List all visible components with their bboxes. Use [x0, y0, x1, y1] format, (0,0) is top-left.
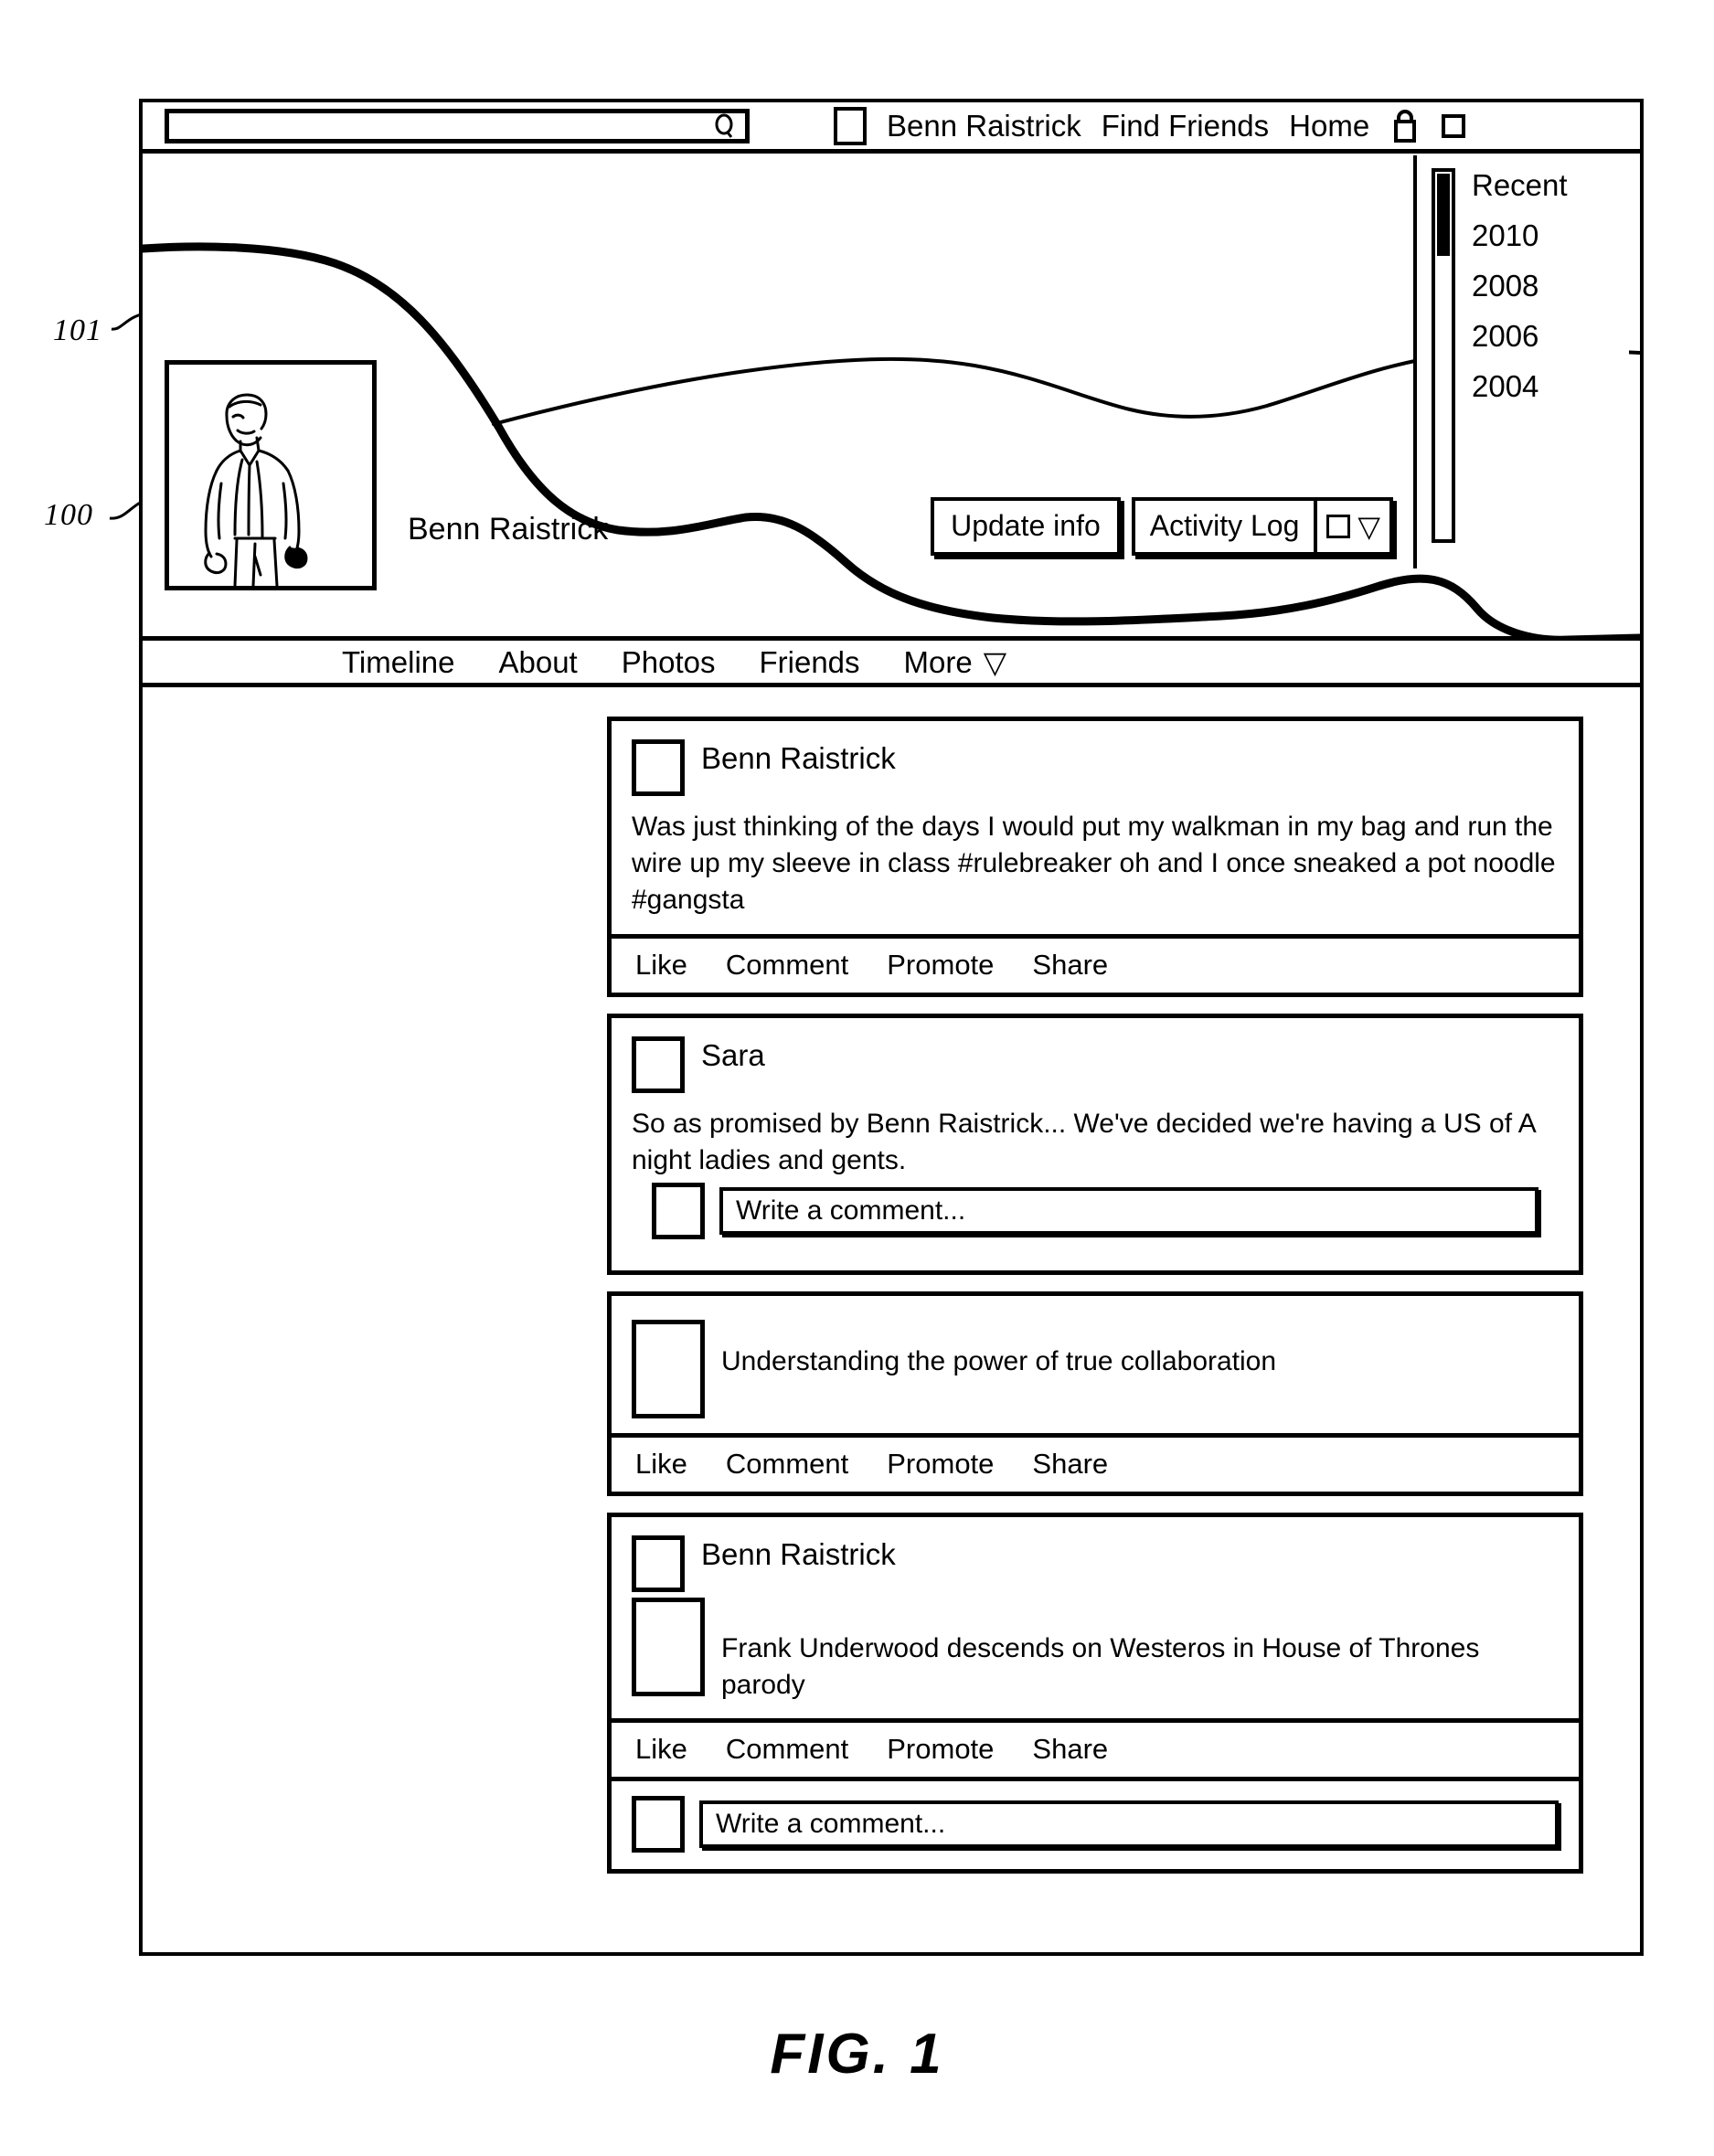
tab-more[interactable]: More ▽ — [904, 647, 1007, 677]
callout-101: 101 — [53, 313, 102, 347]
tab-more-label: More — [903, 644, 973, 679]
post-item: Sara So as promised by Benn Raistrick...… — [607, 1013, 1583, 1275]
timeline-year-rail: Recent 2010 2008 2006 2004 — [1413, 155, 1629, 568]
nav-avatar[interactable] — [834, 106, 867, 145]
post-header: Benn Raistrick — [632, 739, 1559, 796]
link-title[interactable]: Frank Underwood descends on Westeros in … — [721, 1598, 1559, 1704]
comment-row: Write a comment... — [632, 1179, 1559, 1256]
promote-button[interactable]: Promote — [887, 1450, 994, 1478]
activity-log-button[interactable]: Activity Log — [1135, 501, 1315, 552]
share-button[interactable]: Share — [1032, 951, 1108, 979]
profile-photo[interactable] — [165, 360, 377, 590]
timeline-scrollbar-thumb[interactable] — [1437, 174, 1450, 256]
post-item: Benn Raistrick Frank Underwood descends … — [607, 1512, 1583, 1875]
tab-timeline[interactable]: Timeline — [342, 647, 454, 677]
avatar[interactable] — [632, 1796, 685, 1853]
avatar[interactable] — [632, 1036, 685, 1093]
like-button[interactable]: Like — [635, 951, 687, 979]
year-item-2010[interactable]: 2010 — [1472, 220, 1568, 250]
figure-caption: FIG. 1 — [770, 2023, 944, 2086]
profile-tab-bar: Timeline About Photos Friends More ▽ — [143, 636, 1640, 687]
post-author[interactable]: Benn Raistrick — [701, 1535, 896, 1571]
post-header: Benn Raistrick — [632, 1535, 1559, 1592]
top-navigation-bar: Benn Raistrick Find Friends Home — [143, 102, 1640, 154]
shared-link[interactable]: Understanding the power of true collabor… — [632, 1319, 1559, 1418]
nav-home[interactable]: Home — [1289, 111, 1369, 141]
profile-more-button[interactable]: ▽ — [1314, 501, 1389, 552]
post-body: Sara So as promised by Benn Raistrick...… — [612, 1018, 1579, 1270]
comment-button[interactable]: Comment — [726, 1735, 848, 1763]
link-thumbnail[interactable] — [632, 1319, 705, 1418]
avatar[interactable] — [632, 739, 685, 796]
profile-action-buttons: Update info Activity Log ▽ — [931, 497, 1393, 556]
year-item-2006[interactable]: 2006 — [1472, 321, 1568, 351]
post-body: Benn Raistrick Frank Underwood descends … — [612, 1517, 1579, 1718]
person-illustration — [204, 393, 308, 586]
link-thumbnail[interactable] — [632, 1597, 705, 1696]
post-item: Understanding the power of true collabor… — [607, 1290, 1583, 1496]
year-item-2008[interactable]: 2008 — [1472, 271, 1568, 301]
tab-friends[interactable]: Friends — [759, 647, 859, 677]
tab-photos[interactable]: Photos — [622, 647, 716, 677]
avatar[interactable] — [632, 1535, 685, 1592]
square-icon[interactable] — [1441, 112, 1466, 140]
post-body: Understanding the power of true collabor… — [612, 1296, 1579, 1433]
shared-link[interactable]: Frank Underwood descends on Westeros in … — [632, 1597, 1559, 1704]
post-actions: Like Comment Promote Share — [612, 933, 1579, 993]
post-author[interactable]: Sara — [701, 1036, 765, 1072]
like-button[interactable]: Like — [635, 1450, 687, 1478]
comment-button[interactable]: Comment — [726, 1450, 848, 1478]
post-author[interactable]: Benn Raistrick — [701, 739, 896, 775]
search-input[interactable] — [165, 108, 750, 143]
post-text: Was just thinking of the days I would pu… — [632, 812, 1556, 916]
chevron-down-icon: ▽ — [983, 644, 1007, 679]
chevron-down-icon: ▽ — [1357, 510, 1380, 543]
share-button[interactable]: Share — [1032, 1450, 1108, 1478]
post-body: Benn Raistrick Was just thinking of the … — [612, 721, 1579, 934]
post-header: Sara — [632, 1036, 1559, 1093]
page-frame: Benn Raistrick Find Friends Home Recent … — [139, 99, 1644, 1956]
timeline-feed: Benn Raistrick Was just thinking of the … — [607, 717, 1583, 1890]
update-info-button[interactable]: Update info — [931, 497, 1121, 556]
comment-row: Write a comment... — [612, 1777, 1579, 1869]
avatar[interactable] — [652, 1182, 705, 1239]
write-comment-input[interactable]: Write a comment... — [699, 1800, 1559, 1849]
profile-name: Benn Raistrick — [408, 512, 609, 547]
like-button[interactable]: Like — [635, 1735, 687, 1763]
write-comment-input[interactable]: Write a comment... — [719, 1186, 1538, 1235]
year-item-2004[interactable]: 2004 — [1472, 371, 1568, 401]
timeline-year-list: Recent 2010 2008 2006 2004 — [1472, 170, 1568, 568]
nav-right-group: Benn Raistrick Find Friends Home — [834, 106, 1466, 145]
nav-user-name[interactable]: Benn Raistrick — [887, 111, 1081, 141]
post-actions: Like Comment Promote Share — [612, 1432, 1579, 1492]
timeline-scrollbar[interactable] — [1432, 168, 1455, 543]
square-icon — [1326, 515, 1351, 538]
callout-100: 100 — [44, 498, 93, 532]
post-item: Benn Raistrick Was just thinking of the … — [607, 717, 1583, 997]
share-button[interactable]: Share — [1032, 1735, 1108, 1763]
post-actions: Like Comment Promote Share — [612, 1718, 1579, 1777]
promote-button[interactable]: Promote — [887, 951, 994, 979]
tab-about[interactable]: About — [498, 647, 577, 677]
post-text: So as promised by Benn Raistrick... We'v… — [632, 1108, 1536, 1175]
activity-log-button-group: Activity Log ▽ — [1131, 497, 1393, 556]
promote-button[interactable]: Promote — [887, 1735, 994, 1763]
year-item-recent[interactable]: Recent — [1472, 170, 1568, 200]
search-icon — [714, 113, 736, 139]
lock-icon[interactable] — [1389, 108, 1421, 144]
nav-find-friends[interactable]: Find Friends — [1102, 111, 1269, 141]
comment-button[interactable]: Comment — [726, 951, 848, 979]
link-title[interactable]: Understanding the power of true collabor… — [721, 1320, 1276, 1380]
